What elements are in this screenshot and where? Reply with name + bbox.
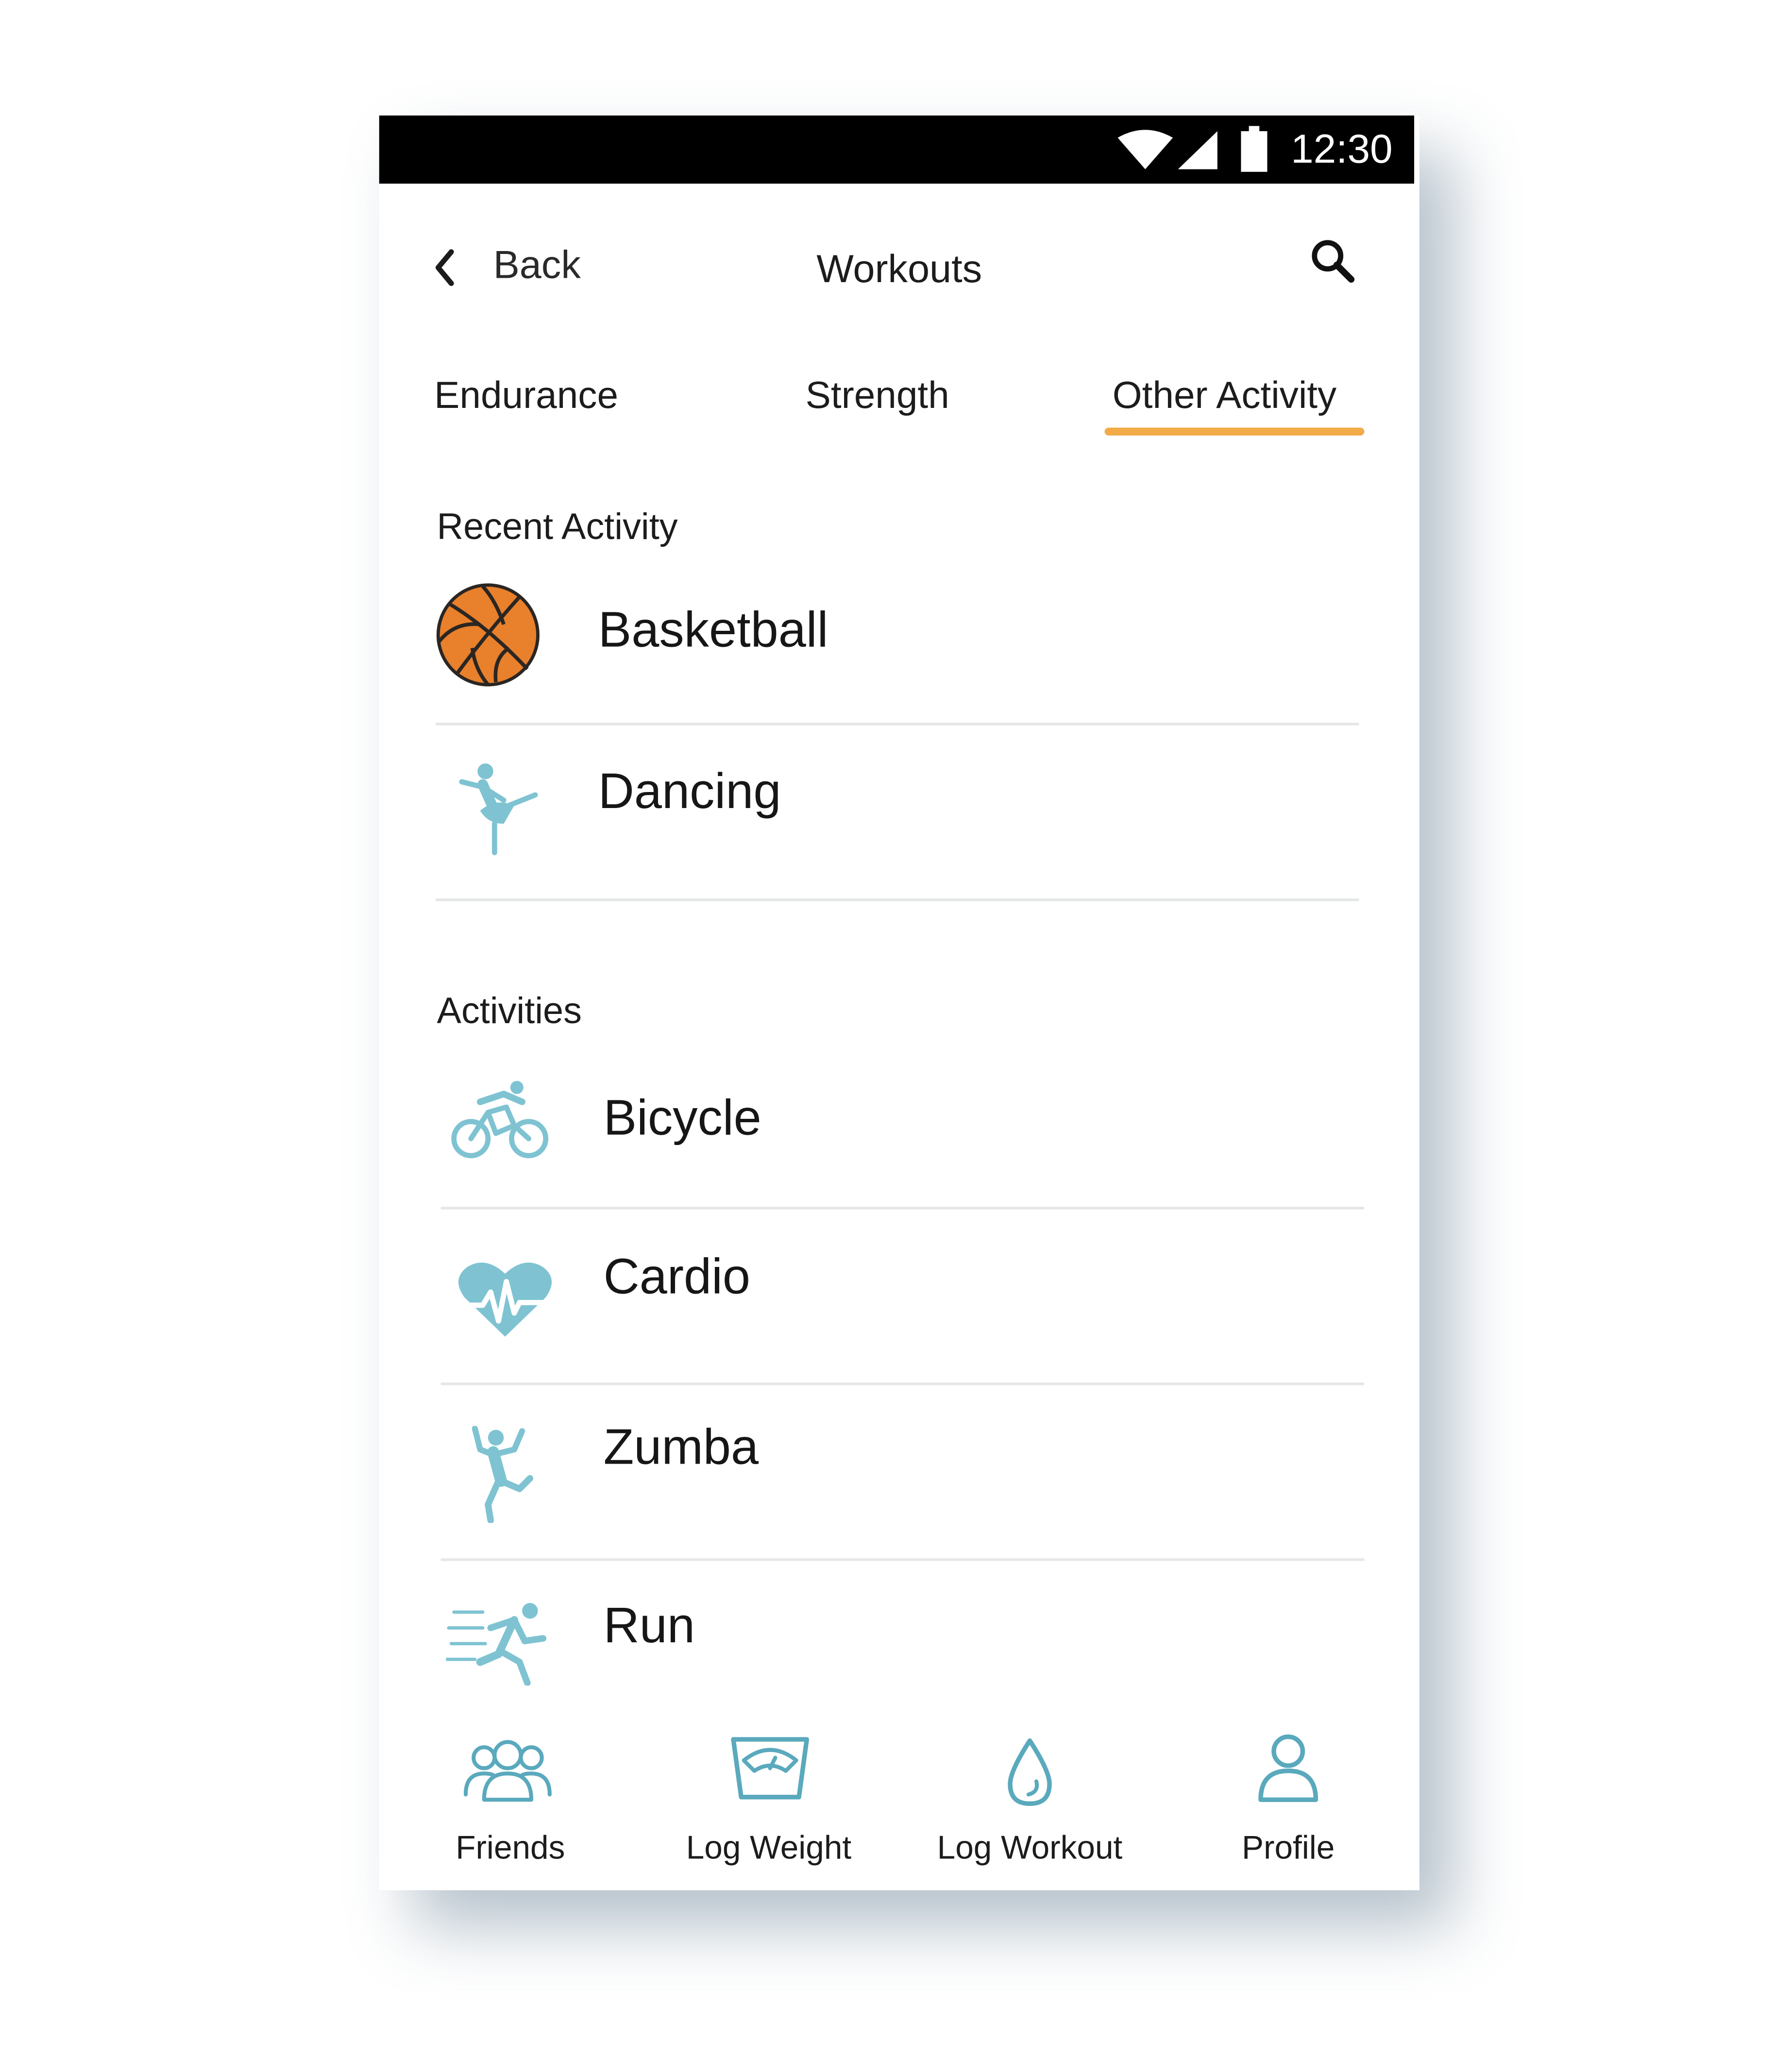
list-item-cardio[interactable]: Cardio (441, 1221, 1365, 1383)
nav-profile-label: Profile (1241, 1830, 1335, 1867)
nav-log-workout-label: Log Workout (937, 1830, 1123, 1867)
search-icon[interactable] (1308, 236, 1358, 286)
tab-other-activity[interactable]: Other Activity (1113, 372, 1336, 420)
divider (440, 1558, 1365, 1561)
status-time: 12:30 (1291, 126, 1393, 172)
zumba-dancer-icon (472, 1426, 534, 1523)
runner-icon (446, 1602, 547, 1686)
list-item-label: Cardio (603, 1250, 751, 1305)
list-item-label: Run (603, 1599, 695, 1654)
nav-profile[interactable]: Profile (1223, 1734, 1354, 1881)
recent-activity-heading: Recent Activity (437, 506, 678, 547)
nav-friends-label: Friends (456, 1830, 565, 1867)
nav-friends[interactable]: Friends (432, 1737, 589, 1881)
tab-strength[interactable]: Strength (806, 372, 949, 420)
divider (435, 723, 1359, 725)
list-item-run[interactable]: Run (441, 1573, 1365, 1717)
list-item-basketball[interactable]: Basketball (436, 577, 1359, 723)
list-item-label: Zumba (603, 1420, 759, 1476)
battery-icon (1241, 126, 1268, 172)
nav-log-workout[interactable]: Log Workout (921, 1737, 1138, 1881)
dancer-icon (459, 763, 538, 856)
phone-screen: 12:30 Back Workouts Endurance Strength O… (379, 115, 1420, 1890)
active-tab-indicator (1104, 427, 1365, 436)
water-drop-icon (1008, 1738, 1052, 1806)
nav-log-weight[interactable]: Log Weight (670, 1737, 867, 1881)
activities-heading: Activities (437, 990, 582, 1031)
cell-signal-icon (1178, 131, 1217, 169)
list-item-label: Dancing (598, 764, 781, 820)
scale-icon (731, 1737, 810, 1800)
divider (440, 1207, 1365, 1210)
divider (440, 1383, 1365, 1385)
heart-pulse-icon (456, 1262, 557, 1337)
list-item-label: Basketball (598, 603, 828, 659)
list-item-bicycle[interactable]: Bicycle (441, 1062, 1365, 1208)
list-item-zumba[interactable]: Zumba (441, 1397, 1365, 1558)
user-icon (1258, 1734, 1319, 1802)
friends-icon (463, 1740, 552, 1802)
list-item-dancing[interactable]: Dancing (436, 737, 1359, 898)
list-item-label: Bicycle (603, 1091, 761, 1147)
status-bar: 12:30 (379, 115, 1415, 184)
page-title: Workouts (816, 248, 982, 291)
canvas: 12:30 Back Workouts Endurance Strength O… (0, 0, 1792, 2057)
wifi-icon (1117, 130, 1173, 169)
tab-endurance[interactable]: Endurance (434, 372, 618, 420)
nav-log-weight-label: Log Weight (686, 1830, 852, 1867)
bicycle-icon (451, 1080, 549, 1159)
divider (435, 898, 1359, 901)
basketball-icon (436, 583, 540, 687)
